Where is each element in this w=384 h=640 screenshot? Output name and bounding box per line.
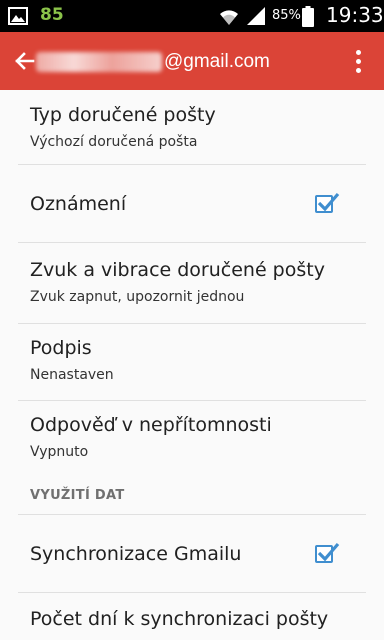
- signal-icon: [247, 7, 265, 25]
- account-title: @gmail.com: [36, 49, 270, 75]
- setting-title: Odpověď v nepřítomnosti: [30, 414, 272, 436]
- setting-title: Oznámení: [30, 193, 127, 215]
- setting-sound-vibration[interactable]: Zvuk a vibrace doručené pošty Zvuk zapnu…: [0, 243, 384, 323]
- notifications-checkbox[interactable]: [315, 192, 340, 213]
- battery-icon: [302, 6, 314, 27]
- setting-title: Podpis: [30, 337, 92, 359]
- setting-summary: Nenastaven: [30, 367, 114, 383]
- checkmark-icon: [317, 542, 340, 562]
- setting-summary: Vypnuto: [30, 444, 89, 460]
- overflow-menu-dot: [355, 58, 361, 64]
- account-domain: @gmail.com: [164, 51, 270, 72]
- setting-notifications[interactable]: Oznámení: [0, 165, 384, 242]
- clock: 19:33: [326, 3, 384, 27]
- setting-vacation-responder[interactable]: Odpověď v nepřítomnosti Vypnuto: [0, 401, 384, 477]
- setting-summary: Zvuk zapnut, upozornit jednou: [30, 289, 245, 305]
- setting-signature[interactable]: Podpis Nenastaven: [0, 324, 384, 400]
- setting-sync-days[interactable]: Počet dní k synchronizaci pošty: [0, 593, 384, 640]
- status-bar: 85 85% 19:33: [0, 0, 384, 32]
- checkmark-icon: [317, 192, 340, 212]
- setting-title: Synchronizace Gmailu: [30, 543, 242, 565]
- app-bar: @gmail.com: [0, 32, 384, 90]
- overflow-menu-dot: [355, 67, 361, 73]
- battery-percent: 85%: [272, 8, 301, 23]
- overflow-menu-button[interactable]: [344, 41, 372, 81]
- setting-title: Zvuk a vibrace doručené pošty: [30, 259, 325, 281]
- setting-sync-gmail[interactable]: Synchronizace Gmailu: [0, 515, 384, 592]
- wifi-icon: [220, 10, 238, 25]
- setting-title: Typ doručené pošty: [30, 104, 216, 126]
- notification-count: 85: [40, 5, 64, 25]
- setting-inbox-type[interactable]: Typ doručené pošty Výchozí doručená pošt…: [0, 90, 384, 164]
- sync-gmail-checkbox[interactable]: [315, 542, 340, 563]
- setting-summary: Výchozí doručená pošta: [30, 134, 198, 150]
- arrow-back-icon: [15, 52, 35, 70]
- image-notification-icon: [8, 7, 28, 25]
- overflow-menu-icon: [355, 49, 361, 55]
- redacted-username: [36, 52, 162, 72]
- setting-title: Počet dní k synchronizaci pošty: [30, 608, 329, 630]
- section-header-data-usage: VYUŽITÍ DAT: [30, 488, 125, 503]
